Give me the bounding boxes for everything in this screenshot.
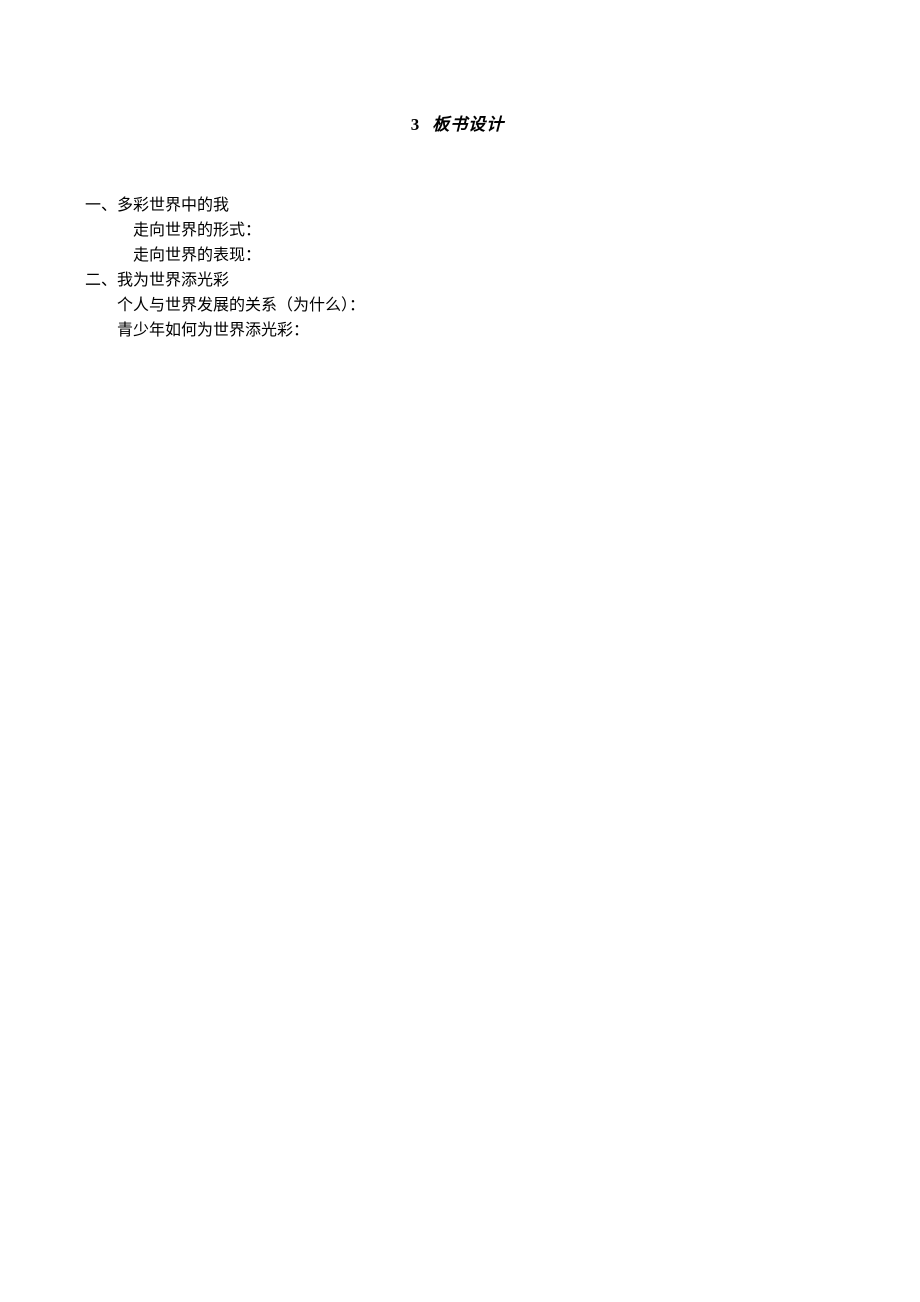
title-text: 板书设计 (432, 115, 504, 134)
document-page: 3 板书设计 一、多彩世界中的我 走向世界的形式： 走向世界的表现： 二、我为世界… (0, 0, 920, 343)
section-2-heading: 二、我为世界添光彩 (85, 268, 830, 293)
section-2-item-1: 个人与世界发展的关系（为什么）： (85, 293, 830, 318)
section-1-heading: 一、多彩世界中的我 (85, 193, 830, 218)
section-1-item-1: 走向世界的形式： (85, 218, 830, 243)
section-2-item-2: 青少年如何为世界添光彩： (85, 318, 830, 343)
content-body: 一、多彩世界中的我 走向世界的形式： 走向世界的表现： 二、我为世界添光彩 个人… (85, 193, 830, 343)
page-title: 3 板书设计 (85, 110, 830, 135)
section-1-item-2: 走向世界的表现： (85, 243, 830, 268)
title-number: 3 (411, 115, 421, 134)
